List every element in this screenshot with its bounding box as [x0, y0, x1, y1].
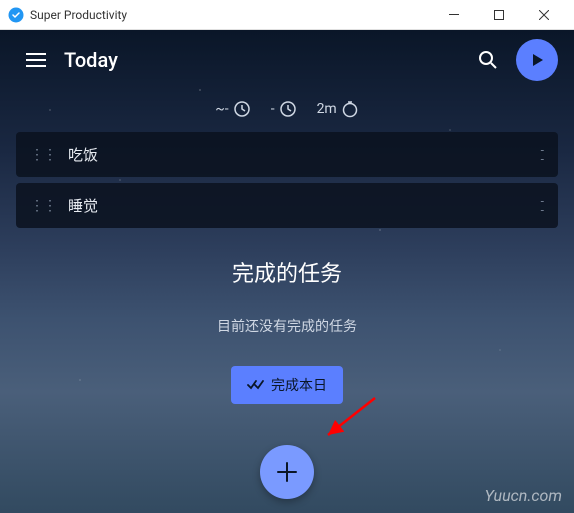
clock-icon [233, 100, 251, 118]
plus-icon [276, 461, 298, 483]
task-time: -- [541, 146, 544, 164]
close-button[interactable] [521, 0, 566, 30]
menu-button[interactable] [16, 40, 56, 80]
app-content: Today ~- - 2m ⋮⋮ 吃饭 -- ⋮⋮ 睡觉 -- [0, 30, 574, 513]
hamburger-icon [26, 53, 46, 67]
task-name: 吃饭 [68, 144, 541, 165]
play-button[interactable] [516, 39, 558, 81]
task-time: -- [541, 197, 544, 215]
watermark: Yuucn.com [485, 486, 563, 505]
drag-handle-icon[interactable]: ⋮⋮ [30, 147, 56, 163]
task-name: 睡觉 [68, 195, 541, 216]
timer-value[interactable]: 2m [317, 100, 359, 118]
double-check-icon [247, 379, 265, 391]
estimate-remaining[interactable]: ~- [215, 100, 250, 118]
stopwatch-icon [341, 100, 359, 118]
search-icon [478, 50, 498, 70]
finish-day-label: 完成本日 [271, 375, 327, 395]
app-icon [8, 7, 24, 23]
window-titlebar: Super Productivity [0, 0, 574, 30]
task-list: ⋮⋮ 吃饭 -- ⋮⋮ 睡觉 -- [16, 132, 558, 228]
drag-handle-icon[interactable]: ⋮⋮ [30, 198, 56, 214]
task-row[interactable]: ⋮⋮ 睡觉 -- [16, 183, 558, 228]
clock-icon [279, 100, 297, 118]
time-worked[interactable]: - [271, 100, 297, 118]
maximize-button[interactable] [476, 0, 521, 30]
page-title: Today [64, 48, 468, 72]
minimize-button[interactable] [431, 0, 476, 30]
empty-message: 目前还没有完成的任务 [0, 316, 574, 336]
finish-day-button[interactable]: 完成本日 [231, 366, 343, 404]
search-button[interactable] [468, 40, 508, 80]
add-task-fab[interactable] [260, 445, 314, 499]
time-summary: ~- - 2m [0, 100, 574, 118]
window-title: Super Productivity [30, 8, 431, 22]
play-icon [529, 52, 545, 68]
task-row[interactable]: ⋮⋮ 吃饭 -- [16, 132, 558, 177]
completed-section-title: 完成的任务 [0, 256, 574, 288]
